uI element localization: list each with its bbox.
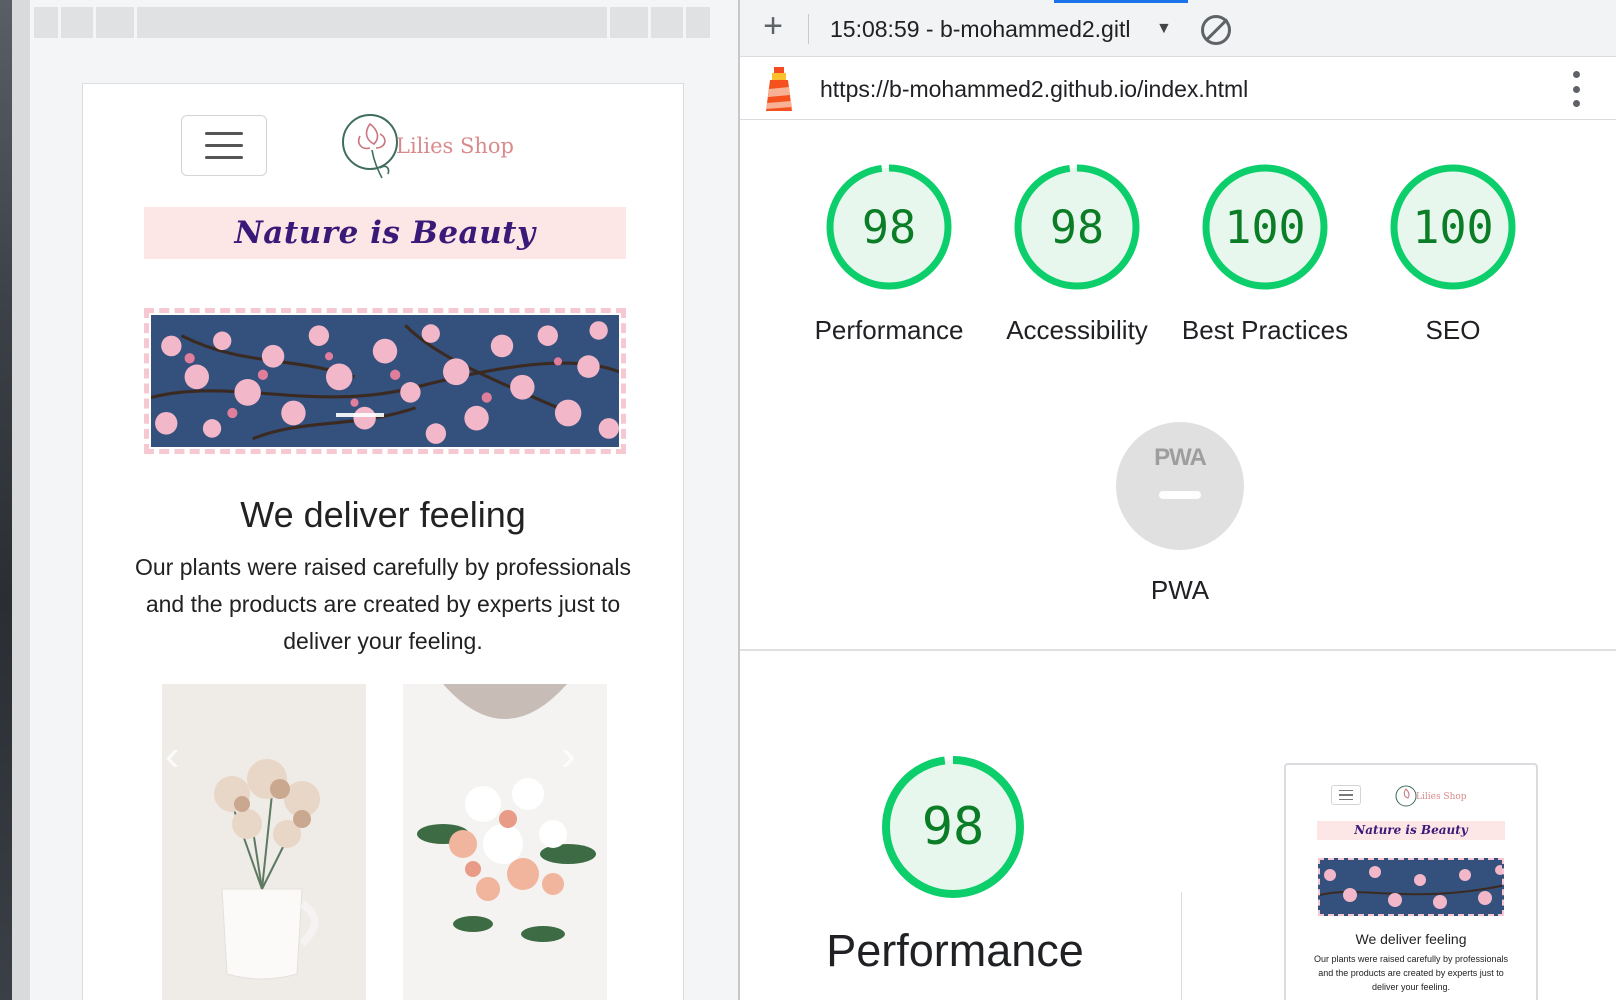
kebab-icon[interactable]	[1570, 71, 1582, 107]
pwa-badge[interactable]: PWA	[1116, 422, 1244, 550]
carousel-next-icon[interactable]: ›	[561, 734, 576, 778]
thumbnail-logo-text: Lilies Shop	[1416, 792, 1467, 802]
score-value: 100	[1224, 200, 1306, 254]
mobile-viewport: Lilies Shop Nature is Beauty We deliver …	[82, 83, 684, 1000]
thumbnail-hamburger-icon	[1331, 785, 1361, 805]
window-edge	[12, 0, 30, 1000]
section-divider	[740, 649, 1616, 651]
score-gauge-seo[interactable]: 100	[1388, 162, 1518, 292]
final-screenshot-thumbnail[interactable]: Lilies Shop Nature is Beauty We deliver …	[1284, 763, 1538, 1000]
report-url-bar: https://b-mohammed2.github.io/index.html	[740, 57, 1616, 120]
score-label: Performance	[814, 315, 964, 345]
performance-detail-score: 98	[921, 797, 985, 857]
desktop-background	[0, 0, 12, 1000]
score-label: Best Practices	[1181, 315, 1349, 345]
performance-detail-gauge[interactable]: 98	[880, 754, 1026, 900]
pwa-label: PWA	[1150, 575, 1210, 605]
hero-carousel[interactable]	[144, 308, 626, 454]
site-header: Lilies Shop	[83, 84, 683, 194]
media-query-ruler[interactable]	[34, 7, 738, 38]
product-image-bridal-bouquet[interactable]	[403, 684, 607, 1000]
score-gauge-accessibility[interactable]: 98	[1012, 162, 1142, 292]
score-value: 100	[1412, 200, 1494, 254]
lighthouse-panel: + 15:08:59 - b-mohammed2.gitl ▼ https://…	[740, 0, 1616, 1000]
tagline-banner: Nature is Beauty	[144, 207, 626, 259]
dropdown-caret-icon[interactable]: ▼	[1156, 20, 1172, 38]
section-heading: We deliver feeling	[240, 494, 526, 535]
carousel-prev-icon[interactable]: ‹	[165, 734, 180, 778]
section-description: Our plants were raised carefully by prof…	[134, 554, 631, 654]
site-logo[interactable]: Lilies Shop	[340, 106, 514, 184]
pwa-dash	[1159, 491, 1201, 499]
hamburger-icon[interactable]	[181, 115, 267, 176]
thumbnail-heading: We deliver feeling	[1355, 931, 1467, 947]
thumbnail-tagline: Nature is Beauty	[1317, 821, 1505, 840]
lighthouse-toolbar: + 15:08:59 - b-mohammed2.gitl ▼	[740, 0, 1616, 57]
score-value: 98	[1049, 200, 1105, 254]
thumbnail-logo: Lilies Shop	[1394, 780, 1484, 816]
active-tab-indicator	[1054, 0, 1188, 3]
score-label: Accessibility	[1006, 315, 1148, 345]
score-gauge-performance[interactable]: 98	[824, 162, 954, 292]
detail-divider	[1181, 892, 1182, 1000]
carousel-indicator[interactable]	[336, 413, 384, 417]
product-image-carnations[interactable]	[162, 684, 366, 1000]
thumbnail-description: Our plants were raised carefully by prof…	[1313, 954, 1509, 992]
hero-image-cherry-blossom	[151, 315, 619, 447]
pwa-mark-icon: PWA	[1154, 444, 1207, 471]
score-label: SEO	[1425, 315, 1481, 345]
thumbnail-hero-image	[1318, 858, 1504, 916]
performance-detail-title: Performance	[826, 925, 1084, 976]
score-value: 98	[861, 200, 917, 254]
lighthouse-icon	[766, 67, 792, 111]
logo-text: Lilies Shop	[396, 134, 514, 158]
report-selector[interactable]: 15:08:59 - b-mohammed2.gitl	[830, 16, 1152, 43]
clear-icon[interactable]	[1201, 15, 1231, 45]
report-url[interactable]: https://b-mohammed2.github.io/index.html	[820, 76, 1248, 103]
tagline-text: Nature is Beauty	[234, 215, 536, 251]
score-gauge-best-practices[interactable]: 100	[1200, 162, 1330, 292]
plus-icon[interactable]: +	[758, 9, 788, 45]
device-emulation-pane: Lilies Shop Nature is Beauty We deliver …	[30, 0, 738, 1000]
toolbar-separator	[808, 14, 809, 44]
